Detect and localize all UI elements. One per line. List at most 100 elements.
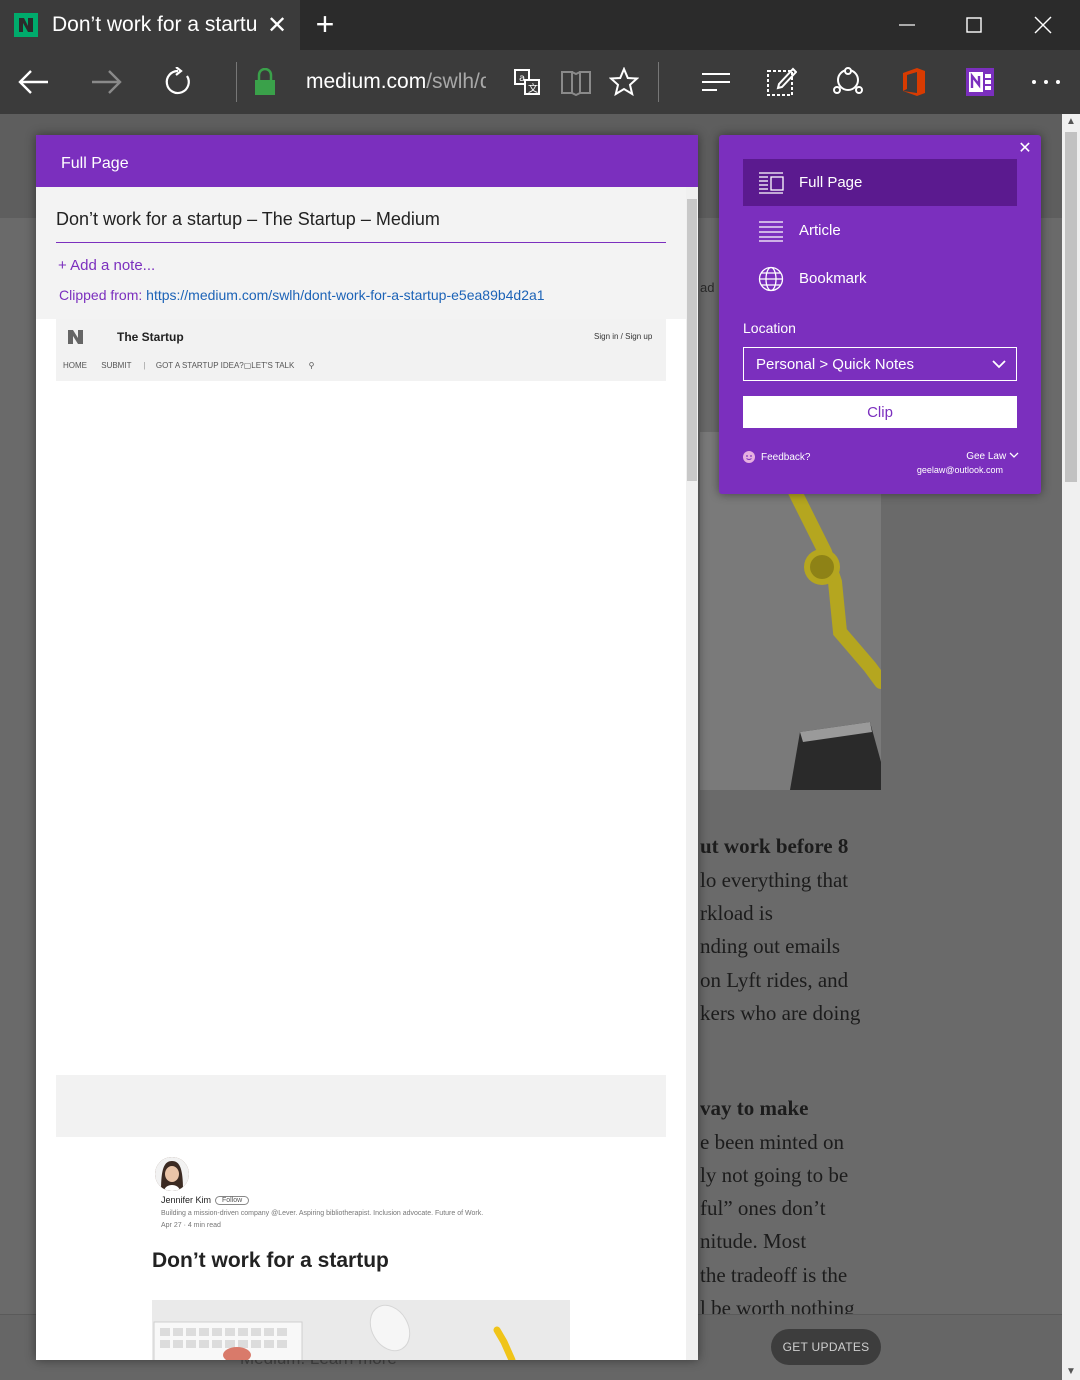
office-icon[interactable]	[892, 60, 936, 104]
follow-button: Follow	[215, 1196, 250, 1205]
web-note-icon[interactable]	[759, 60, 803, 104]
mode-article[interactable]: Article	[743, 207, 1017, 254]
scroll-down-arrow-icon[interactable]: ▼	[1062, 1364, 1080, 1380]
tab-title: Don’t work for a startup – The Startup –…	[52, 13, 257, 36]
clipped-page-preview: The Startup Sign in / Sign up HOME SUBMI…	[56, 319, 666, 1360]
tab-close-icon[interactable]: ✕	[257, 11, 297, 40]
location-value: Personal > Quick Notes	[756, 356, 914, 373]
author-name: Jennifer Kim	[161, 1195, 212, 1205]
mini-page-navbar: The Startup Sign in / Sign up HOME SUBMI…	[56, 319, 666, 381]
background-text-line: lo everything that	[700, 868, 849, 892]
preview-title-field[interactable]: Don’t work for a startup – The Startup –…	[56, 209, 666, 243]
close-icon[interactable]: ✕	[1015, 139, 1035, 159]
medium-logo-icon	[68, 330, 96, 344]
divider: |	[143, 361, 146, 370]
mini-nav-link: HOME	[63, 361, 87, 370]
mini-nav-link: GOT A STARTUP IDEA?▢LET'S TALK	[155, 361, 295, 370]
mode-full-page[interactable]: Full Page	[743, 159, 1017, 206]
user-account-menu[interactable]: Gee Law	[966, 451, 1019, 462]
author-avatar	[155, 1157, 189, 1191]
author-bio: Building a mission-driven company @Lever…	[161, 1210, 484, 1217]
article-icon	[743, 220, 799, 242]
clip-button[interactable]: Clip	[743, 396, 1017, 428]
svg-text:a: a	[519, 73, 525, 84]
refresh-icon[interactable]	[156, 60, 200, 104]
translate-icon[interactable]: a文	[505, 60, 549, 104]
preview-scrollbar[interactable]	[686, 187, 698, 1360]
background-text-line: nitude. Most	[700, 1229, 807, 1253]
mini-sign-in-link: Sign in / Sign up	[594, 332, 653, 341]
background-text-line: ut work before 8	[700, 834, 849, 858]
mode-label: Full Page	[799, 174, 863, 191]
browser-titlebar: Don’t work for a startup – The Startup –…	[0, 0, 1080, 50]
chevron-down-icon	[992, 356, 1006, 373]
scroll-up-arrow-icon[interactable]: ▲	[1062, 114, 1080, 130]
mode-bookmark[interactable]: Bookmark	[743, 255, 1017, 302]
background-text-fragment: ad	[700, 280, 715, 295]
mini-publication-name: The Startup	[117, 330, 184, 344]
mode-label: Bookmark	[799, 270, 867, 287]
background-text-line: on Lyft rides, and	[700, 968, 849, 992]
clipped-from-label: Clipped from:	[59, 287, 147, 303]
divider	[236, 62, 237, 102]
minimize-icon[interactable]	[874, 0, 940, 50]
get-updates-button[interactable]: GET UPDATES	[771, 1329, 881, 1365]
mode-label: Article	[799, 222, 841, 239]
address-path: /swlh/dont-work-for-a-startup-e5ea89b4d2…	[426, 70, 486, 93]
divider	[658, 62, 659, 102]
background-text-line: the tradeoff is the	[700, 1263, 848, 1287]
article-hero-image	[152, 1300, 570, 1360]
mini-search-icon: ⚲	[308, 361, 315, 370]
background-text-line: kers who are doing	[700, 1001, 861, 1025]
full-page-icon	[743, 171, 799, 194]
address-bar[interactable]: medium.com/swlh/dont-work-for-a-startup-…	[306, 70, 486, 94]
clipped-from: Clipped from: https://medium.com/swlh/do…	[59, 287, 545, 303]
user-email: geelaw@outlook.com	[916, 465, 1003, 475]
globe-icon	[743, 266, 799, 292]
share-icon[interactable]	[826, 60, 870, 104]
new-tab-plus-icon[interactable]: +	[306, 6, 344, 44]
location-dropdown[interactable]: Personal > Quick Notes	[743, 347, 1017, 381]
favorite-star-icon[interactable]	[602, 60, 646, 104]
plus-icon: +	[58, 257, 71, 274]
smiley-icon	[743, 451, 755, 463]
chevron-down-icon	[1009, 451, 1019, 462]
maximize-icon[interactable]	[941, 0, 1007, 50]
add-note-link[interactable]: + Add a note...	[58, 257, 155, 274]
forward-arrow-icon[interactable]	[84, 60, 128, 104]
preview-header: Full Page	[36, 135, 698, 187]
close-window-icon[interactable]	[1010, 0, 1076, 50]
feedback-link[interactable]: Feedback?	[743, 451, 810, 463]
onenote-clipper-pane: ✕ Full Page Article Bookmark Location Pe…	[719, 135, 1041, 494]
preview-scrollbar-thumb[interactable]	[687, 199, 697, 481]
background-text-line: ful” ones don’t	[700, 1196, 826, 1220]
background-text-line: nding out emails	[700, 934, 840, 958]
page-scrollbar-thumb[interactable]	[1065, 132, 1077, 482]
article-headline: Don’t work for a startup	[152, 1249, 389, 1272]
post-date: Apr 27 · 4 min read	[161, 1222, 221, 1229]
more-ellipsis-icon[interactable]	[1024, 60, 1068, 104]
onenote-icon[interactable]	[958, 60, 1002, 104]
hub-icon[interactable]	[694, 60, 738, 104]
background-text-line: ly not going to be	[700, 1163, 849, 1187]
location-label: Location	[743, 320, 796, 336]
address-host: medium.com	[306, 70, 427, 93]
lock-icon[interactable]	[243, 60, 287, 104]
mini-nav-links: HOME SUBMIT | GOT A STARTUP IDEA?▢LET'S …	[63, 361, 314, 370]
clip-preview-panel: Full Page Don’t work for a startup – The…	[36, 135, 698, 1360]
reading-view-icon[interactable]	[554, 60, 598, 104]
add-note-label: Add a note...	[70, 257, 156, 274]
page-scrollbar[interactable]: ▲ ▼	[1062, 114, 1080, 1380]
clipped-from-url[interactable]: https://medium.com/swlh/dont-work-for-a-…	[146, 287, 544, 303]
medium-favicon-icon	[14, 13, 38, 37]
mini-nav-link: SUBMIT	[101, 361, 132, 370]
background-text-line: vay to make	[700, 1096, 809, 1120]
browser-navbar: medium.com/swlh/dont-work-for-a-startup-…	[0, 50, 1080, 114]
feedback-label: Feedback?	[761, 451, 811, 463]
svg-text:文: 文	[528, 82, 538, 95]
preview-metadata: Don’t work for a startup – The Startup –…	[36, 187, 688, 319]
browser-tab[interactable]: Don’t work for a startup – The Startup –…	[0, 0, 300, 50]
background-text-line: rkload is	[700, 901, 773, 925]
back-arrow-icon[interactable]	[12, 60, 56, 104]
background-text-line: e been minted on	[700, 1130, 845, 1154]
